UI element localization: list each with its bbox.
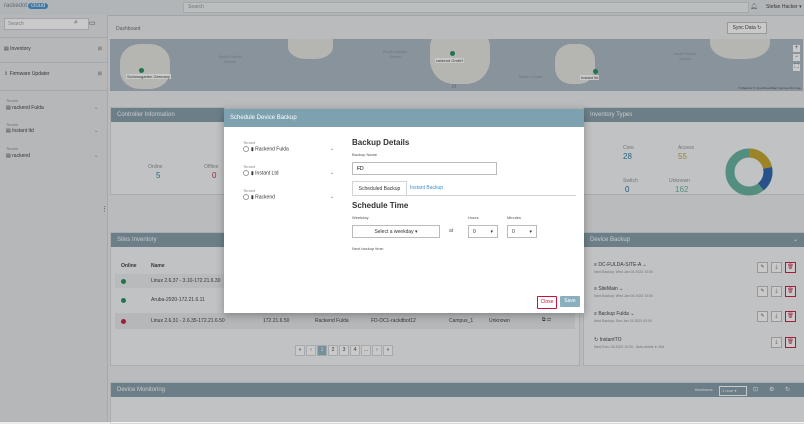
close-button[interactable]: Close <box>537 296 557 309</box>
radio-icon <box>243 170 249 176</box>
device-option[interactable]: ▮ Instant Ltd <box>243 170 279 176</box>
backup-name-input[interactable] <box>352 162 497 175</box>
hours-label: Hours <box>468 215 479 220</box>
chevron-down-icon[interactable]: ⌄ <box>330 146 334 152</box>
device-tenant-label: Tenant <box>243 164 256 169</box>
minutes-label: Minutes <box>507 215 522 220</box>
device-option-name: Rackend Fulda <box>255 146 289 153</box>
schedule-backup-modal: Schedule Device Backup Tenant ▮ Rackend … <box>224 109 584 313</box>
minutes-value: 0 <box>512 229 515 235</box>
caret-down-icon: ▾ <box>490 229 493 235</box>
device-option[interactable]: ▮ Rackend <box>243 194 275 200</box>
radio-icon <box>243 194 249 200</box>
weekday-placeholder: Select a weekday <box>374 229 414 235</box>
chevron-down-icon[interactable]: ⌄ <box>330 194 334 200</box>
bars-icon: ▮ <box>251 194 254 201</box>
backup-details-heading: Backup Details <box>352 138 410 147</box>
device-option-name: Instant Ltd <box>255 170 279 177</box>
hours-value: 0 <box>473 229 476 235</box>
chevron-down-icon[interactable]: ⌄ <box>330 170 334 176</box>
at-label: at <box>449 228 454 234</box>
caret-down-icon: ▾ <box>415 229 418 235</box>
minutes-select[interactable]: 0 ▾ <box>507 225 537 238</box>
save-button[interactable]: Save <box>560 296 580 307</box>
device-tenant-label: Tenant <box>243 140 256 145</box>
device-option-name: Rackend <box>255 194 275 201</box>
bars-icon: ▮ <box>251 146 254 153</box>
tab-instant-backup[interactable]: Instant Backup <box>410 181 443 195</box>
modal-title: Schedule Device Backup <box>224 109 584 127</box>
tab-scheduled-backup[interactable]: Scheduled Backup <box>352 181 407 196</box>
weekday-label: Weekday <box>352 215 369 220</box>
device-option[interactable]: ▮ Rackend Fulda <box>243 146 289 152</box>
hours-select[interactable]: 0 ▾ <box>468 225 498 238</box>
radio-icon <box>243 146 249 152</box>
tab-underline <box>352 195 576 196</box>
weekday-select[interactable]: Select a weekday ▾ <box>352 225 440 238</box>
backup-name-label: Backup Name <box>352 152 378 157</box>
bars-icon: ▮ <box>251 170 254 177</box>
device-tenant-label: Tenant <box>243 188 256 193</box>
caret-down-icon: ▾ <box>529 229 532 235</box>
next-backup-time: Next backup time: <box>352 246 385 251</box>
schedule-time-heading: Schedule Time <box>352 201 409 210</box>
